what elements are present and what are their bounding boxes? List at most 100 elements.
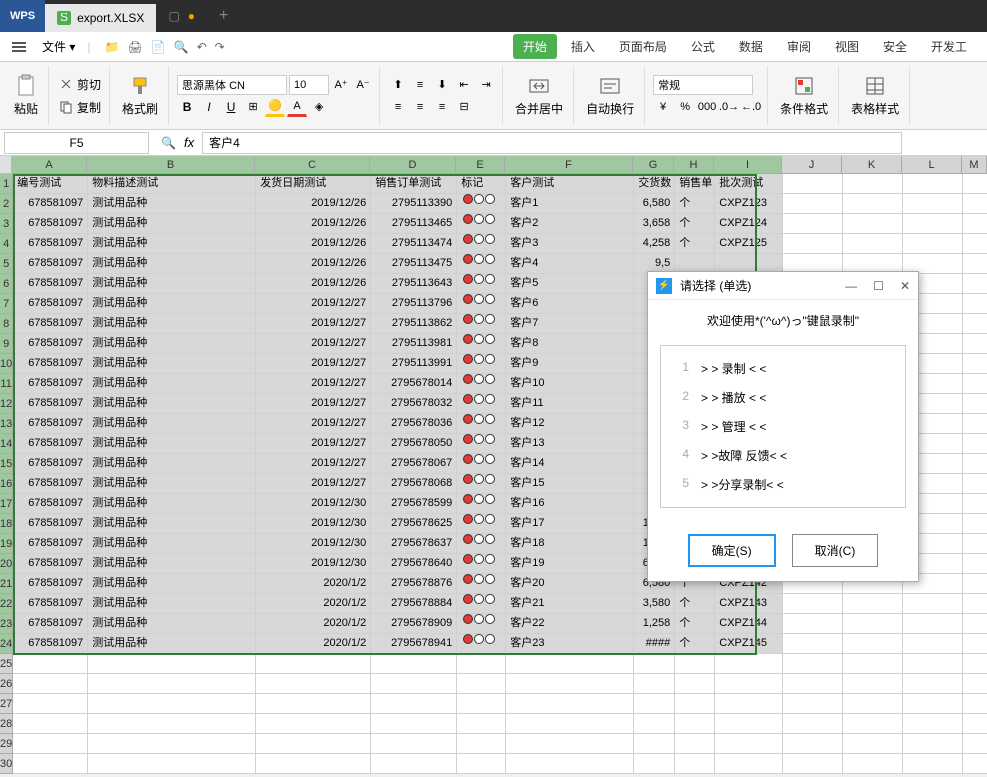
cell[interactable]: [634, 734, 675, 754]
font-select[interactable]: [177, 75, 287, 95]
cell[interactable]: [843, 694, 903, 714]
col-header-K[interactable]: K: [842, 156, 902, 174]
border-button[interactable]: ⊞: [243, 97, 263, 117]
cell[interactable]: CXPZ145: [715, 634, 783, 654]
cell[interactable]: 客户16: [506, 494, 634, 514]
cell[interactable]: 678581097: [13, 354, 88, 374]
cell[interactable]: [457, 254, 506, 274]
cell[interactable]: [457, 234, 506, 254]
cell[interactable]: 678581097: [13, 374, 88, 394]
cell[interactable]: [963, 534, 987, 554]
tab-dot-icon[interactable]: ●: [188, 9, 195, 23]
cell[interactable]: 编号测试: [13, 174, 88, 194]
dialog-option[interactable]: 5> >分享录制< <: [665, 470, 901, 499]
row-header[interactable]: 6: [0, 274, 13, 294]
cell[interactable]: [963, 394, 987, 414]
cell[interactable]: [783, 174, 843, 194]
cell[interactable]: 客户20: [506, 574, 634, 594]
cell[interactable]: CXPZ125: [715, 234, 783, 254]
cell[interactable]: [13, 654, 88, 674]
cell[interactable]: 测试用品种: [88, 274, 256, 294]
file-menu[interactable]: 文件 ▾: [34, 34, 83, 59]
cell[interactable]: 测试用品种: [88, 194, 256, 214]
row-header[interactable]: 10: [0, 354, 13, 374]
cell[interactable]: 发货日期测试: [256, 174, 371, 194]
cell[interactable]: 2795678050: [371, 434, 457, 454]
cell[interactable]: [783, 234, 843, 254]
dec-inc-icon[interactable]: .0→: [719, 97, 739, 117]
cell[interactable]: [963, 554, 987, 574]
cell[interactable]: 678581097: [13, 474, 88, 494]
cell[interactable]: 客户1: [506, 194, 634, 214]
cell[interactable]: [256, 654, 371, 674]
cell[interactable]: 2020/1/2: [256, 634, 371, 654]
cell[interactable]: 2795113862: [371, 314, 457, 334]
cell[interactable]: [963, 494, 987, 514]
cell[interactable]: [783, 674, 843, 694]
row-header[interactable]: 23: [0, 614, 13, 634]
dec-dec-icon[interactable]: ←.0: [741, 97, 761, 117]
cell[interactable]: [783, 654, 843, 674]
cell[interactable]: [843, 714, 903, 734]
cell[interactable]: [963, 454, 987, 474]
cell[interactable]: [715, 694, 783, 714]
cell[interactable]: 2795113475: [371, 254, 457, 274]
cell[interactable]: [457, 194, 506, 214]
undo-icon[interactable]: ↶: [195, 38, 209, 56]
row-header[interactable]: 25: [0, 654, 13, 674]
increase-font-icon[interactable]: A⁺: [331, 75, 351, 95]
cell[interactable]: [963, 754, 987, 774]
cell[interactable]: 销售订单测试: [371, 174, 457, 194]
tab-insert[interactable]: 插入: [559, 32, 607, 61]
cell[interactable]: [903, 634, 963, 654]
cell[interactable]: 测试用品种: [88, 414, 256, 434]
cell[interactable]: [457, 514, 506, 534]
cell[interactable]: [715, 754, 783, 774]
cell[interactable]: 2019/12/26: [256, 194, 371, 214]
cell[interactable]: [903, 694, 963, 714]
cell[interactable]: [675, 754, 715, 774]
cell[interactable]: 2019/12/26: [256, 234, 371, 254]
cell[interactable]: [843, 754, 903, 774]
cell[interactable]: 测试用品种: [88, 594, 256, 614]
cell[interactable]: 3,658: [634, 214, 675, 234]
align-bot-icon[interactable]: ⬇: [432, 75, 452, 95]
cell[interactable]: 个: [675, 594, 715, 614]
cell[interactable]: [13, 734, 88, 754]
cell[interactable]: 客户10: [506, 374, 634, 394]
cell[interactable]: [963, 694, 987, 714]
dialog-option[interactable]: 1> > 录制 < <: [665, 354, 901, 383]
hamburger-icon[interactable]: [8, 38, 30, 56]
cell[interactable]: [783, 734, 843, 754]
cell[interactable]: 2795678909: [371, 614, 457, 634]
cell[interactable]: [457, 214, 506, 234]
row-header[interactable]: 30: [0, 754, 13, 774]
cell[interactable]: 客户19: [506, 554, 634, 574]
cell[interactable]: [634, 694, 675, 714]
cell[interactable]: [963, 654, 987, 674]
cell[interactable]: [675, 694, 715, 714]
cell[interactable]: 客户3: [506, 234, 634, 254]
cell[interactable]: 2795678625: [371, 514, 457, 534]
row-header[interactable]: 28: [0, 714, 13, 734]
number-format-select[interactable]: [653, 75, 753, 95]
tab-win-icon[interactable]: ▢: [168, 9, 179, 23]
cell[interactable]: [783, 634, 843, 654]
row-header[interactable]: 5: [0, 254, 13, 274]
cell[interactable]: 2795678036: [371, 414, 457, 434]
cell[interactable]: 测试用品种: [88, 494, 256, 514]
cell[interactable]: 2795678884: [371, 594, 457, 614]
cell[interactable]: 物料描述测试: [88, 174, 256, 194]
cell[interactable]: 个: [675, 234, 715, 254]
cell[interactable]: 2795113643: [371, 274, 457, 294]
cell[interactable]: [13, 754, 88, 774]
cell[interactable]: 客户21: [506, 594, 634, 614]
cell[interactable]: 2795113390: [371, 194, 457, 214]
cell[interactable]: 客户7: [506, 314, 634, 334]
cell[interactable]: [963, 194, 987, 214]
percent-icon[interactable]: %: [675, 97, 695, 117]
tab-start[interactable]: 开始: [513, 34, 557, 59]
cell[interactable]: [88, 654, 256, 674]
row-header[interactable]: 13: [0, 414, 13, 434]
col-header-A[interactable]: A: [12, 156, 87, 174]
